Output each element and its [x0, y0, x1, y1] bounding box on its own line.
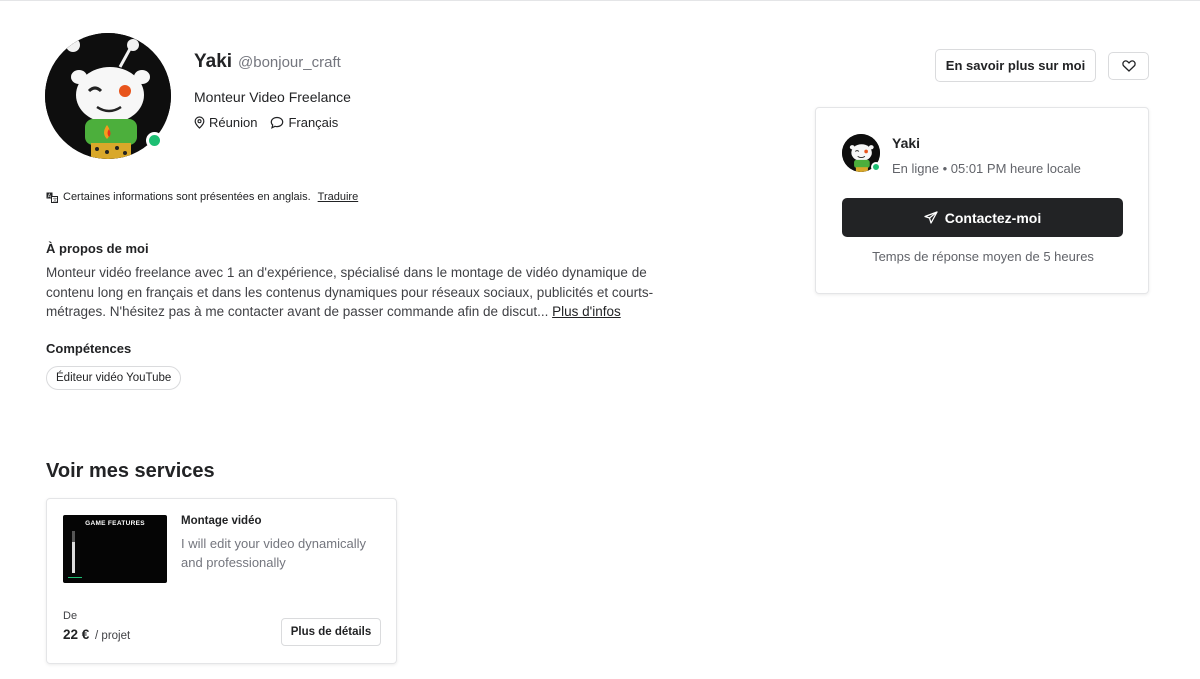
notice-text: Certaines informations sont présentées e… — [63, 191, 311, 203]
translation-notice: A 文 Certaines informations sont présenté… — [46, 191, 358, 203]
service-title[interactable]: Montage vidéo — [181, 515, 262, 527]
location-item: Réunion — [194, 115, 257, 130]
profile-meta: Réunion Français — [194, 115, 351, 130]
price-label: De — [63, 610, 78, 622]
service-price: 22 € / projet — [63, 627, 130, 642]
skill-chip[interactable]: Éditeur vidéo YouTube — [46, 366, 182, 390]
contact-online-dot — [871, 162, 881, 172]
service-thumbnail[interactable]: GAME FEATURES — [63, 515, 167, 583]
service-card[interactable]: GAME FEATURES Montage vidéo I will edit … — [46, 498, 397, 664]
location-pin-icon — [194, 116, 205, 129]
contact-me-button[interactable]: Contactez-moi — [842, 198, 1123, 237]
profile-tagline: Monteur Video Freelance — [194, 89, 351, 105]
more-info-link[interactable]: Plus d'infos — [552, 304, 621, 319]
location-text: Réunion — [209, 115, 258, 130]
profile-handle: @bonjour_craft — [238, 54, 341, 71]
language-item: Français — [270, 115, 338, 130]
send-icon — [924, 211, 938, 224]
translate-link[interactable]: Traduire — [318, 191, 359, 203]
contact-name: Yaki — [892, 135, 921, 151]
about-text-block: Monteur vidéo freelance avec 1 an d'expé… — [46, 263, 686, 322]
thumbnail-title: GAME FEATURES — [85, 520, 145, 527]
response-time: Temps de réponse moyen de 5 heures — [872, 249, 1094, 264]
about-title: À propos de moi — [46, 241, 149, 256]
more-details-button[interactable]: Plus de détails — [281, 618, 381, 646]
top-divider — [0, 0, 1200, 1]
language-text: Français — [288, 115, 339, 130]
learn-more-button[interactable]: En savoir plus sur moi — [935, 49, 1096, 82]
contact-avatar — [842, 134, 881, 172]
profile-avatar[interactable] — [45, 33, 171, 159]
services-title: Voir mes services — [46, 460, 215, 482]
thumbnail-progress-bar — [72, 531, 75, 573]
translate-icon: A 文 — [46, 192, 58, 203]
price-value: 22 € — [63, 627, 90, 642]
online-status-dot — [146, 132, 163, 149]
contact-card: Yaki En ligne • 05:01 PM heure locale Co… — [815, 107, 1149, 294]
thumbnail-progress-fill — [72, 541, 75, 573]
heart-icon — [1121, 60, 1136, 72]
thumbnail-accent-line — [68, 577, 82, 578]
skills-title: Compétences — [46, 341, 132, 356]
contact-button-label: Contactez-moi — [944, 209, 1042, 226]
service-description: I will edit your video dynamically and p… — [181, 536, 366, 570]
price-unit: / projet — [95, 630, 131, 642]
contact-status: En ligne • 05:01 PM heure locale — [892, 161, 1081, 176]
profile-name: Yaki — [194, 51, 233, 72]
favorite-button[interactable] — [1108, 52, 1149, 80]
speech-bubble-icon — [271, 116, 284, 129]
